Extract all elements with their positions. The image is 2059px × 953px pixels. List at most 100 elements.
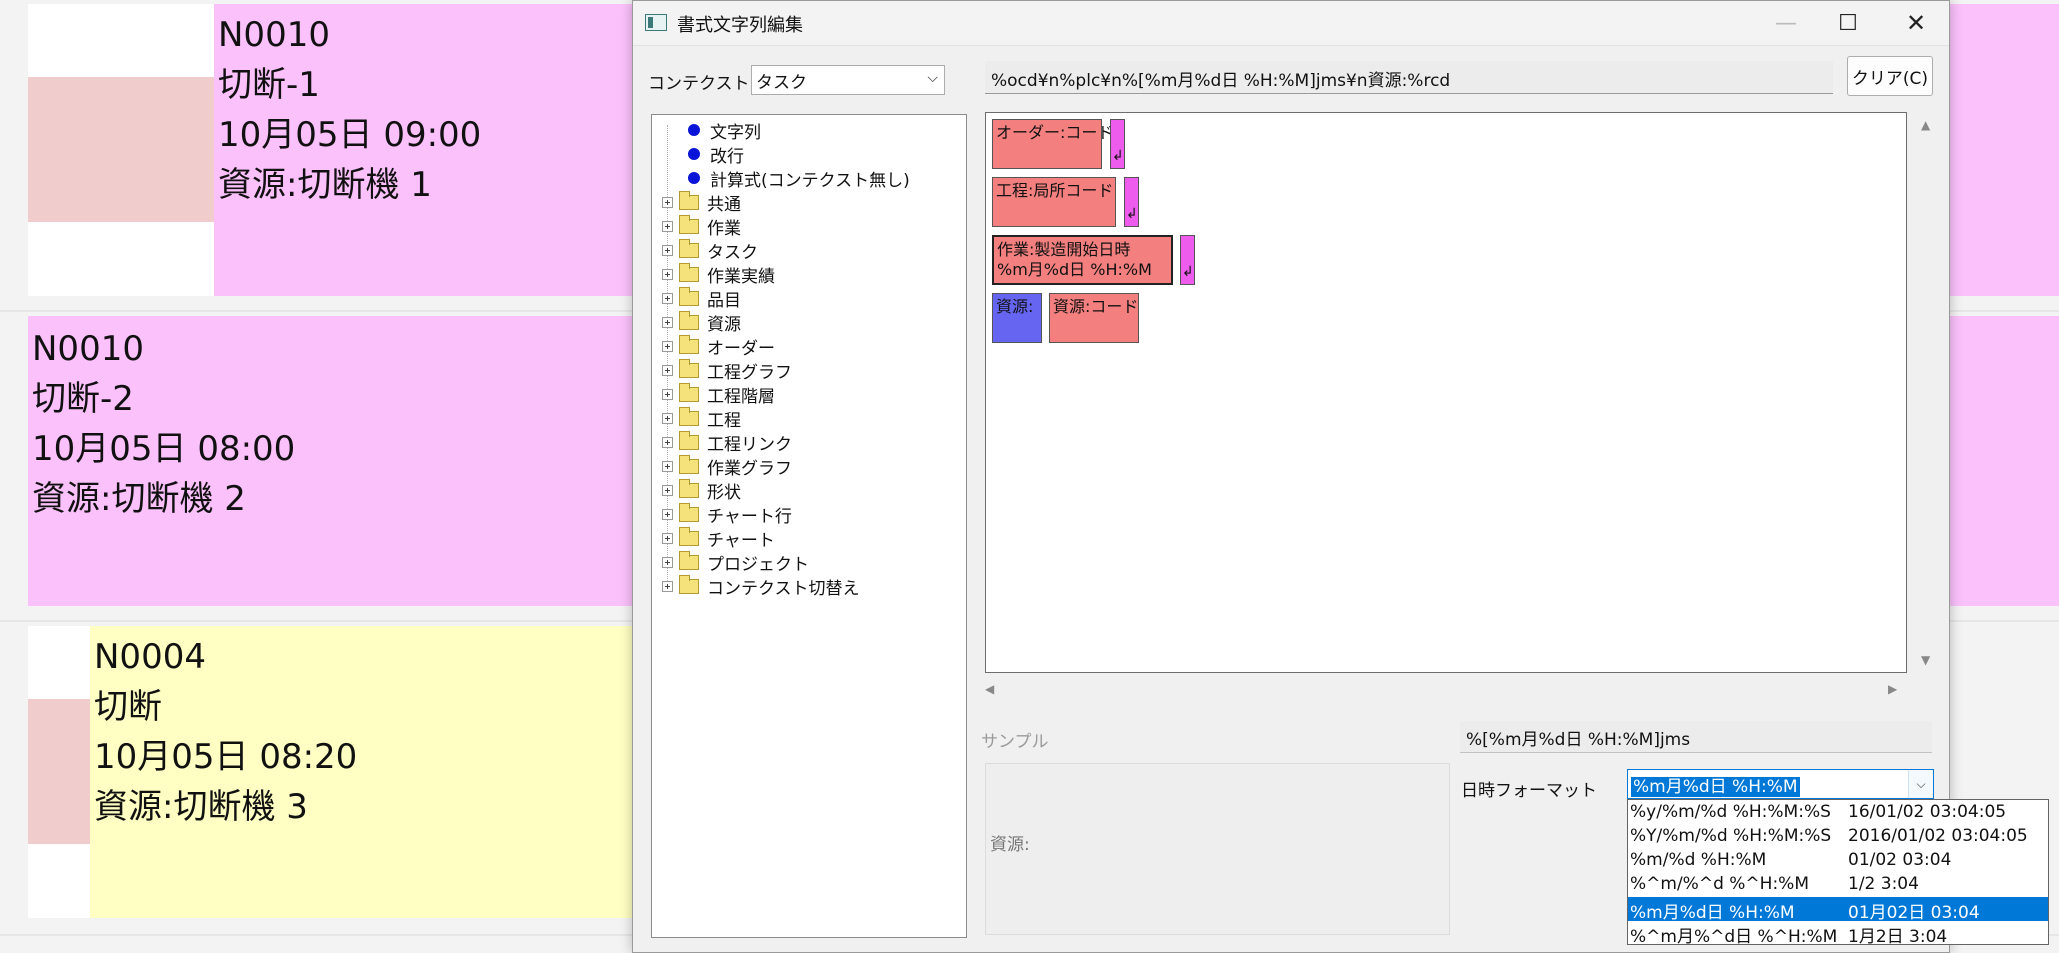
scroll-left-icon[interactable]: ◀ — [985, 682, 994, 696]
tree-folder-resource[interactable]: 資源 — [662, 310, 741, 335]
expand-icon[interactable] — [662, 412, 673, 424]
card-side-marker — [28, 77, 214, 222]
tree-folder-label: チャート — [707, 530, 775, 551]
token-resource-literal[interactable]: 資源: — [992, 293, 1042, 343]
expand-icon[interactable] — [662, 388, 673, 400]
expand-icon[interactable] — [662, 292, 673, 304]
dropdown-option[interactable]: %^m月%^d日 %^H:%M 1月2日 3:04 — [1628, 921, 2048, 947]
task-card-2-right — [1950, 316, 2059, 606]
chevron-down-icon[interactable]: ⌵ — [1908, 770, 1933, 798]
expand-icon[interactable] — [662, 196, 673, 208]
option-example: 2016/01/02 03:04:05 — [1848, 826, 2028, 846]
tree-folder-process[interactable]: 工程 — [662, 406, 741, 431]
expand-icon[interactable] — [662, 484, 673, 496]
tree-item-expression[interactable]: 計算式(コンテクスト無し) — [688, 166, 910, 191]
expand-icon[interactable] — [662, 556, 673, 568]
tree-folder-work-results[interactable]: 作業実績 — [662, 262, 775, 287]
minimize-button[interactable]: — — [1755, 1, 1817, 45]
dropdown-option[interactable]: %^m/%^d %^H:%M 1/2 3:04 — [1628, 873, 2048, 897]
token-newline[interactable] — [1124, 177, 1139, 227]
option-format: %y/%m/%d %H:%M:%S — [1630, 802, 1831, 822]
scroll-right-icon[interactable]: ▶ — [1888, 682, 1897, 696]
expand-icon[interactable] — [662, 460, 673, 472]
tree-folder-label: 形状 — [707, 482, 741, 503]
tree-folder-context-switch[interactable]: コンテクスト切替え — [662, 574, 860, 599]
tree-folder-work[interactable]: 作業 — [662, 214, 741, 239]
token-resource-code[interactable]: 資源:コード — [1049, 293, 1139, 343]
tree-folder-shape[interactable]: 形状 — [662, 478, 741, 503]
task-card-2[interactable]: N0010 切断-2 10月05日 08:00 資源:切断機 2 — [28, 316, 634, 606]
format-string-input[interactable]: %ocd¥n%plc¥n%[%m月%d日 %H:%M]jms¥n資源:%rcd — [985, 61, 1833, 94]
bullet-icon — [688, 124, 700, 136]
context-select[interactable]: タスク ⌵ — [751, 65, 945, 95]
folder-icon — [679, 190, 699, 210]
bullet-icon — [688, 148, 700, 160]
token-start-format: %m月%d日 %H:%M — [997, 260, 1152, 279]
dropdown-option-selected[interactable]: %m月%d日 %H:%M 01月02日 03:04 — [1628, 897, 2048, 923]
option-example: 1月2日 3:04 — [1848, 927, 1948, 947]
tree-folder-process-hierarchy[interactable]: 工程階層 — [662, 382, 775, 407]
tree-folder-order[interactable]: オーダー — [662, 334, 775, 359]
expand-icon[interactable] — [662, 244, 673, 256]
token-canvas[interactable]: オーダー:コード 工程:局所コード 作業:製造開始日時 %m月%d日 %H:%M… — [985, 112, 1907, 673]
element-tree[interactable]: 文字列 改行 計算式(コンテクスト無し) 共通 作業 タスク 作業実績 品目 資… — [651, 114, 967, 938]
card-datetime: 10月05日 08:20 — [94, 737, 358, 777]
tree-folder-chart-row[interactable]: チャート行 — [662, 502, 792, 527]
expand-icon[interactable] — [662, 436, 673, 448]
dropdown-option[interactable]: %m/%d %H:%M 01/02 03:04 — [1628, 849, 2048, 873]
folder-icon — [679, 430, 699, 450]
expand-icon[interactable] — [662, 316, 673, 328]
tree-item-label: 計算式(コンテクスト無し) — [710, 170, 910, 191]
dropdown-option[interactable]: %Y/%m/%d %H:%M:%S 2016/01/02 03:04:05 — [1628, 825, 2048, 849]
tree-folder-project[interactable]: プロジェクト — [662, 550, 809, 575]
context-label: コンテクスト — [648, 74, 750, 94]
tree-folder-chart[interactable]: チャート — [662, 526, 775, 551]
datetime-format-dropdown[interactable]: %y/%m/%d %H:%M:%S 16/01/02 03:04:05 %Y/%… — [1627, 799, 2049, 947]
expand-icon[interactable] — [662, 364, 673, 376]
task-card-1-right — [1950, 4, 2059, 296]
folder-icon — [679, 334, 699, 354]
tree-item-string[interactable]: 文字列 — [688, 118, 761, 143]
token-format-field[interactable]: %[%m月%d日 %H:%M]jms — [1460, 721, 1932, 753]
expand-icon[interactable] — [662, 340, 673, 352]
title-bar[interactable]: 書式文字列編集 — ☐ ✕ — [633, 1, 1949, 46]
tree-folder-work-graph[interactable]: 作業グラフ — [662, 454, 792, 479]
option-example: 1/2 3:04 — [1848, 874, 1919, 894]
tree-folder-label: 共通 — [707, 194, 741, 215]
expand-icon[interactable] — [662, 508, 673, 520]
tree-item-newline[interactable]: 改行 — [688, 142, 744, 167]
token-order-code[interactable]: オーダー:コード — [992, 119, 1113, 169]
expand-icon[interactable] — [662, 220, 673, 232]
token-newline[interactable] — [1110, 119, 1125, 169]
token-newline[interactable] — [1180, 235, 1195, 285]
expand-icon[interactable] — [662, 268, 673, 280]
dropdown-option[interactable]: %y/%m/%d %H:%M:%S 16/01/02 03:04:05 — [1628, 801, 2048, 825]
expand-icon[interactable] — [662, 532, 673, 544]
datetime-format-select[interactable]: %m月%d日 %H:%M ⌵ — [1627, 769, 1934, 799]
tree-folder-common[interactable]: 共通 — [662, 190, 741, 215]
tree-folder-process-graph[interactable]: 工程グラフ — [662, 358, 792, 383]
clear-button[interactable]: クリア(C) — [1847, 56, 1933, 96]
close-button[interactable]: ✕ — [1885, 1, 1947, 45]
folder-icon — [679, 478, 699, 498]
expand-icon[interactable] — [662, 580, 673, 592]
task-card-1[interactable]: N0010 切断-1 10月05日 09:00 資源:切断機 1 — [214, 4, 634, 296]
tree-folder-task[interactable]: タスク — [662, 238, 758, 263]
tree-folder-label: 工程リンク — [707, 434, 792, 455]
tree-folder-label: 作業グラフ — [707, 458, 792, 479]
tree-folder-process-link[interactable]: 工程リンク — [662, 430, 792, 455]
token-start-datetime[interactable]: 作業:製造開始日時 %m月%d日 %H:%M — [992, 235, 1173, 285]
tree-item-label: 文字列 — [710, 122, 761, 143]
task-card-3[interactable]: N0004 切断 10月05日 08:20 資源:切断機 3 — [90, 626, 634, 918]
option-example: 01/02 03:04 — [1848, 850, 1952, 870]
format-string-dialog: 書式文字列編集 — ☐ ✕ コンテクスト タスク ⌵ %ocd¥n%plc¥n%… — [632, 0, 2049, 953]
tree-folder-item[interactable]: 品目 — [662, 286, 741, 311]
maximize-button[interactable]: ☐ — [1817, 1, 1879, 45]
context-value: タスク — [756, 72, 807, 93]
scroll-down-icon[interactable]: ▼ — [1921, 653, 1930, 667]
card-process: 切断 — [94, 687, 162, 727]
datetime-format-label: 日時フォーマット — [1461, 781, 1597, 801]
scroll-up-icon[interactable]: ▲ — [1921, 118, 1930, 132]
card-process: 切断-1 — [218, 65, 320, 105]
token-process-code[interactable]: 工程:局所コード — [992, 177, 1116, 227]
